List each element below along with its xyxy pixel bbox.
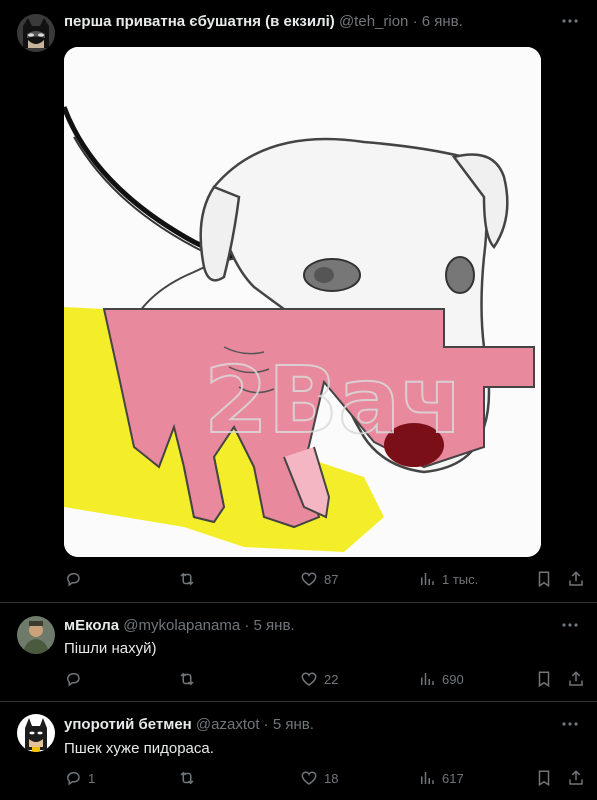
reply-icon (66, 772, 80, 786)
more-icon[interactable] (561, 12, 579, 35)
avatar[interactable] (17, 616, 55, 654)
reply-post: упоротий бетмен @azaxtot · 5 янв. Пшек х… (0, 702, 597, 800)
author-name[interactable]: перша приватна єбушатня (в екзилі) (64, 13, 335, 30)
dog-flag-drawing: 2Вач (64, 47, 541, 557)
views-icon (421, 772, 434, 784)
author-handle[interactable]: @mykolapanama (123, 617, 240, 634)
reply-button[interactable] (64, 570, 88, 588)
batman-avatar-icon (17, 714, 55, 752)
portrait-avatar-icon (17, 616, 55, 654)
reply-actions: 1 18 617 (0, 769, 597, 791)
like-count: 22 (324, 671, 339, 687)
share-button[interactable] (567, 570, 591, 588)
repost-icon (180, 672, 194, 686)
more-icon[interactable] (561, 616, 579, 639)
watermark: 2Вач (204, 347, 463, 454)
avatar[interactable] (17, 14, 55, 52)
separator-dot: · (412, 13, 418, 30)
author-handle[interactable]: @teh_rion (339, 13, 408, 30)
bookmark-button[interactable] (535, 570, 559, 588)
views-button[interactable]: 617 (418, 769, 464, 787)
share-button[interactable] (567, 769, 591, 787)
post-header: перша приватна єбушатня (в екзилі) @teh_… (64, 13, 463, 30)
more-icon[interactable] (561, 715, 579, 738)
views-button[interactable]: 1 тыс. (418, 570, 478, 588)
like-icon (301, 572, 317, 586)
like-icon (301, 771, 317, 785)
like-button[interactable]: 22 (300, 670, 338, 688)
reply-actions: 22 690 (0, 670, 597, 692)
views-icon (421, 673, 434, 685)
repost-button[interactable] (178, 769, 202, 787)
bookmark-icon (538, 671, 550, 688)
bookmark-icon (538, 770, 550, 787)
like-icon (301, 672, 317, 686)
post-date[interactable]: 6 янв. (422, 13, 463, 30)
like-count: 18 (324, 770, 339, 786)
reply-header: упоротий бетмен @azaxtot · 5 янв. (64, 716, 314, 733)
bookmark-icon (538, 571, 550, 588)
reply-header: мЕкола @mykolapanama · 5 янв. (64, 617, 295, 634)
repost-button[interactable] (178, 570, 202, 588)
share-button[interactable] (567, 670, 591, 688)
like-button[interactable]: 18 (300, 769, 338, 787)
avatar[interactable] (17, 714, 55, 752)
views-count: 1 тыс. (442, 571, 479, 587)
separator-dot: · (244, 617, 250, 634)
reply-post: мЕкола @mykolapanama · 5 янв. Пішли наху… (0, 603, 597, 701)
views-count: 690 (442, 671, 464, 687)
author-name[interactable]: мЕкола (64, 617, 119, 634)
share-icon (569, 571, 583, 586)
reply-text: Пішли нахуй) (64, 640, 157, 657)
views-count: 617 (442, 770, 464, 786)
author-handle[interactable]: @azaxtot (196, 716, 260, 733)
like-count: 87 (324, 571, 339, 587)
separator-dot: · (263, 716, 269, 733)
share-icon (569, 770, 583, 785)
share-icon (569, 671, 583, 686)
views-icon (421, 573, 434, 585)
bookmark-button[interactable] (535, 769, 559, 787)
post-actions: 87 1 тыс. (0, 570, 597, 592)
reply-date[interactable]: 5 янв. (254, 617, 295, 634)
repost-button[interactable] (178, 670, 202, 688)
reply-date[interactable]: 5 янв. (273, 716, 314, 733)
like-button[interactable]: 87 (300, 570, 338, 588)
reply-count: 1 (88, 770, 96, 786)
author-name[interactable]: упоротий бетмен (64, 716, 192, 733)
repost-icon (180, 572, 194, 586)
views-button[interactable]: 690 (418, 670, 464, 688)
post-image[interactable]: 2Вач (64, 47, 541, 557)
reply-icon (66, 573, 80, 587)
bookmark-button[interactable] (535, 670, 559, 688)
reply-button[interactable]: 1 (64, 769, 95, 787)
reply-text: Пшек хуже пидораса. (64, 740, 214, 757)
batman-cat-avatar-icon (17, 14, 55, 52)
reply-icon (66, 673, 80, 687)
main-post: перша приватна єбушатня (в екзилі) @teh_… (0, 0, 597, 600)
reply-button[interactable] (64, 670, 88, 688)
repost-icon (180, 771, 194, 785)
